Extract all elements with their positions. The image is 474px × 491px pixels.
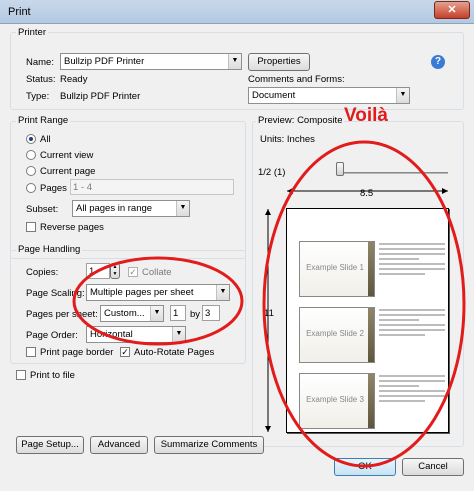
voila-annotation: Voilà xyxy=(344,105,388,126)
height-arrow-top xyxy=(265,209,271,215)
red-circle-page-handling xyxy=(72,256,244,346)
annotation-overlay xyxy=(72,140,466,468)
height-arrow-bottom xyxy=(265,426,271,432)
width-arrow-right xyxy=(442,188,448,194)
